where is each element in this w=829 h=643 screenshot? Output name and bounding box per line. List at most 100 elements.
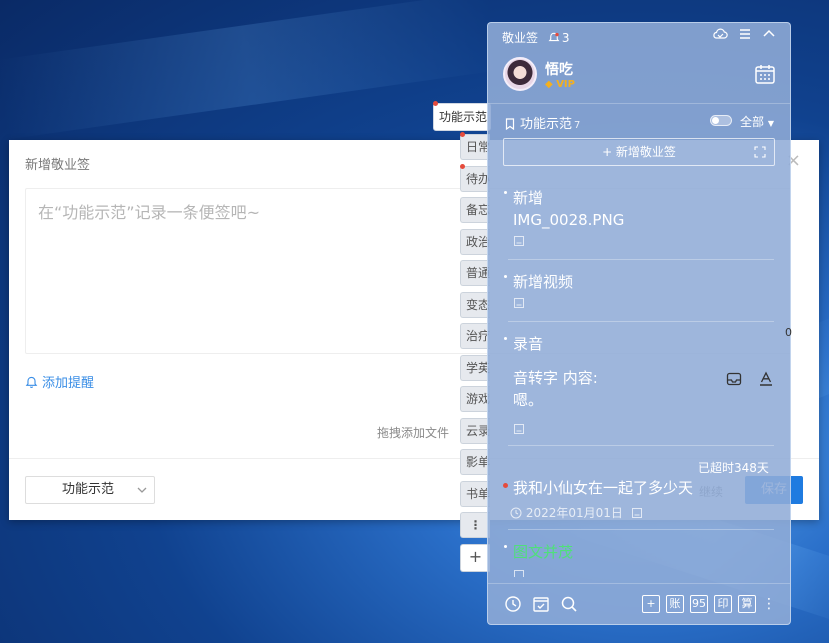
more-options-icon[interactable]: ⋮: [762, 595, 776, 613]
view-toggle[interactable]: [710, 115, 732, 126]
note-bullet: [504, 337, 507, 340]
tab-category[interactable]: 影单: [460, 449, 490, 475]
caret-down-icon: ▼: [767, 119, 774, 128]
toolbar-right: + 账 95 印 算 ⋮: [642, 595, 776, 613]
window-controls: [712, 27, 776, 41]
chevron-up-icon[interactable]: [762, 27, 776, 41]
attachment-icon: [514, 298, 524, 308]
add-reminder-label: 添加提醒: [42, 376, 95, 391]
note-title: 录音: [513, 335, 544, 353]
clock-icon: [510, 507, 522, 519]
tab-category[interactable]: 书单: [460, 480, 490, 507]
bell-icon: [25, 376, 38, 388]
checklist-icon[interactable]: [532, 595, 550, 613]
tab-category[interactable]: 变态: [460, 291, 490, 318]
add-category-button[interactable]: +: [460, 543, 490, 572]
panel-toolbar: + 账 95 印 算 ⋮: [504, 593, 776, 615]
category-tabs: 日常 待办 备忘 政治 普通 变态 治疗 学英 游戏 云录 影单 书单 ⋮ +: [460, 134, 490, 577]
note-bullet: [504, 275, 507, 278]
tab-category[interactable]: 云录: [460, 417, 490, 444]
note-item[interactable]: 我和小仙女在一起了多少天: [513, 477, 693, 499]
chevron-down-icon: [137, 487, 147, 493]
note-bullet: [504, 545, 507, 548]
expand-icon[interactable]: [754, 146, 766, 158]
note-body: IMG_0028.PNG: [513, 211, 625, 229]
note-bullet: [503, 483, 508, 488]
bookmark-icon: [505, 118, 515, 131]
avatar[interactable]: [503, 57, 537, 91]
footer-divider: [488, 583, 790, 584]
category-select-value: 功能示范: [62, 482, 115, 497]
add-button[interactable]: +: [642, 595, 660, 613]
vip-label: VIP: [556, 79, 575, 90]
tab-category[interactable]: 待办: [460, 165, 490, 192]
cloud-sync-icon[interactable]: [712, 27, 728, 41]
unread-dot: [433, 101, 438, 106]
diamond-icon: ◆: [545, 79, 553, 90]
attachment-icon: [514, 236, 524, 246]
wallpaper-light-beam: [0, 0, 501, 140]
note-item[interactable]: 录音 音转字 内容: 嗯。: [513, 333, 598, 411]
text-color-icon[interactable]: [758, 371, 774, 387]
note-date-text: 2022年01月01日: [525, 506, 623, 520]
note-item[interactable]: 新增 IMG_0028.PNG: [513, 187, 624, 231]
inbox-icon[interactable]: [726, 371, 742, 387]
notification-bell-icon[interactable]: [548, 31, 560, 45]
tab-category[interactable]: 备忘: [460, 197, 490, 223]
app-name: 敬业签: [502, 31, 539, 45]
category-select[interactable]: 功能示范: [25, 476, 155, 504]
note-bullet: [504, 191, 507, 194]
note-divider: [508, 259, 774, 260]
tab-category[interactable]: 日常: [460, 134, 490, 160]
note-divider: [508, 321, 774, 322]
note-item[interactable]: 新增视频: [513, 271, 573, 293]
account-button[interactable]: 账: [666, 595, 684, 613]
note-item[interactable]: 图文并茂: [513, 541, 573, 563]
filter-value: 全部: [740, 115, 765, 129]
note-title: 新增: [513, 189, 544, 207]
note-divider: [508, 445, 774, 446]
search-icon[interactable]: [560, 595, 578, 613]
attachment-icon: [514, 424, 524, 434]
toolbar-left: [504, 595, 578, 613]
note-body: 音转字 内容:: [513, 369, 598, 387]
panel-header: 敬业签 3: [502, 29, 569, 46]
note-actions: [726, 371, 774, 387]
header-divider: [488, 103, 790, 104]
note-placeholder: 在“功能示范”记录一条便签吧~: [38, 203, 260, 222]
vip-badge: ◆ VIP: [545, 79, 575, 90]
unread-dot: [460, 164, 465, 169]
note-title: 新增视频: [513, 273, 574, 291]
number-95-button[interactable]: 95: [690, 595, 708, 613]
tab-category[interactable]: 游戏: [460, 386, 490, 412]
note-panel: 敬业签 3 悟吃 ◆ VIP 功能示范 7 全部 ▼ + 新增敬业签 新增 IMG…: [487, 22, 792, 625]
add-reminder-button[interactable]: 添加提醒: [25, 372, 94, 391]
notification-count: 3: [561, 31, 570, 45]
note-date: 2022年01月01日: [510, 504, 643, 521]
note-title: 图文并茂: [513, 543, 574, 561]
note-title: 我和小仙女在一起了多少天: [513, 479, 694, 497]
tab-category[interactable]: 治疗: [460, 323, 490, 349]
attachment-icon: [631, 508, 642, 518]
tab-category[interactable]: 政治: [460, 228, 490, 255]
drag-file-hint: 拖拽添加文件: [377, 426, 450, 440]
calculator-button[interactable]: 算: [738, 595, 756, 613]
tab-category[interactable]: 普通: [460, 260, 490, 286]
clock-icon[interactable]: [504, 595, 522, 613]
attachment-icon: [514, 570, 524, 577]
new-note-button[interactable]: + 新增敬业签: [503, 138, 775, 166]
menu-icon[interactable]: [738, 27, 752, 41]
current-category-tag[interactable]: 功能示范: [433, 103, 491, 131]
filter-dropdown[interactable]: 全部 ▼: [740, 113, 774, 130]
note-divider: [508, 529, 774, 530]
tab-more-button[interactable]: ⋮: [460, 512, 490, 538]
user-name: 悟吃: [545, 62, 573, 78]
print-button[interactable]: 印: [714, 595, 732, 613]
tab-category[interactable]: 学英: [460, 354, 490, 381]
new-note-label: + 新增敬业签: [602, 145, 676, 159]
editor-title: 新增敬业签: [25, 158, 91, 173]
category-name: 功能示范: [520, 117, 573, 132]
note-body: 嗯。: [513, 391, 544, 409]
calendar-icon[interactable]: [754, 63, 776, 85]
category-header: 功能示范 7: [504, 113, 580, 132]
